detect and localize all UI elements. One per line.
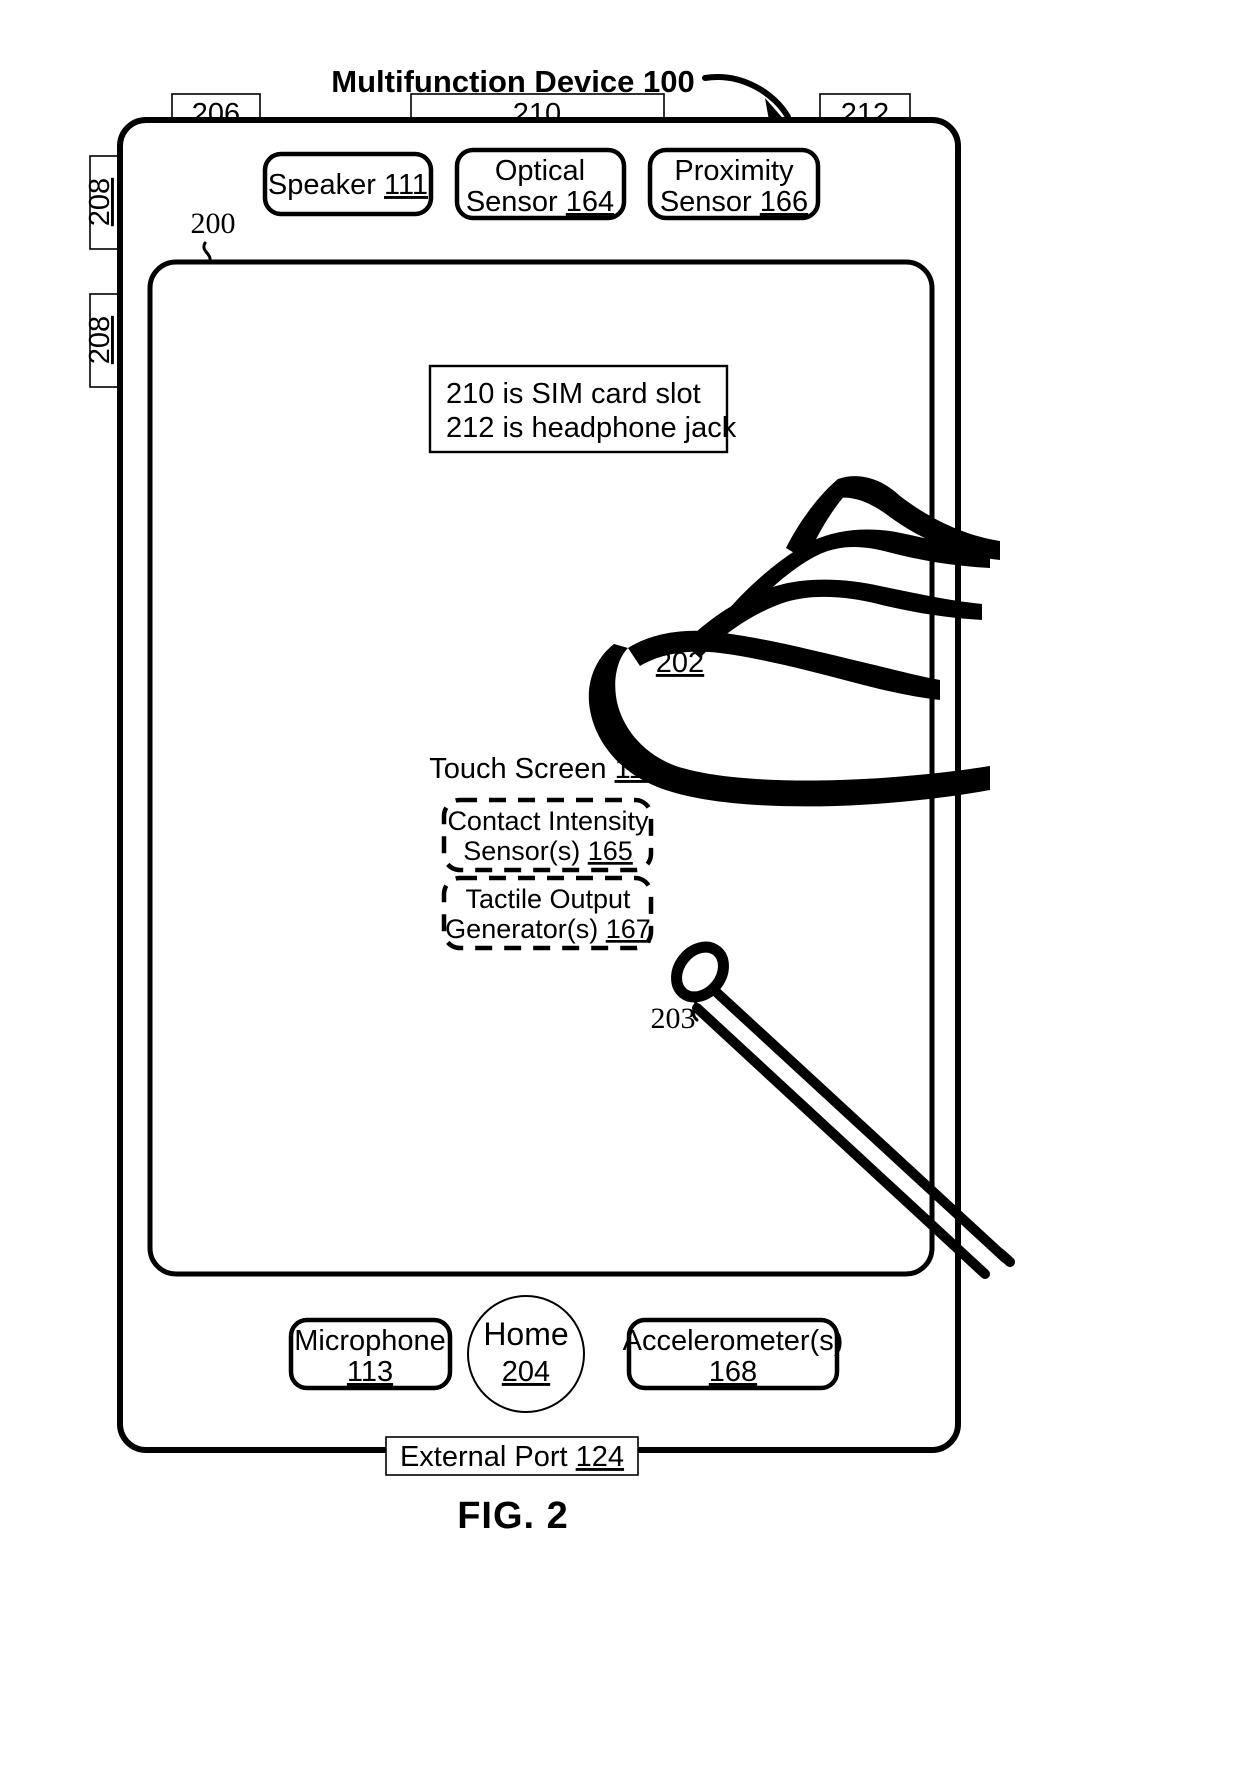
microphone-ref: 113: [347, 1356, 393, 1388]
figure-caption: FIG. 2: [457, 1495, 569, 1537]
note-box-line-2: 212 is headphone jack: [446, 412, 737, 444]
edge-tab-external-port: External Port 124: [385, 1436, 639, 1476]
home-button-ref: 204: [502, 1356, 550, 1388]
tactile-output-generators-line2: Generator(s) 167: [445, 914, 651, 944]
touch-screen-label: Touch Screen 112: [429, 753, 661, 785]
component-proximity-sensor[interactable]: Proximity Sensor 166: [647, 147, 821, 221]
note-box-line-1: 210 is SIM card slot: [446, 378, 701, 410]
component-contact-intensity-sensors[interactable]: Contact Intensity Sensor(s) 165: [441, 797, 654, 873]
component-proximity-sensor-line2: Sensor 166: [660, 186, 808, 218]
note-box: 210 is SIM card slot 212 is headphone ja…: [428, 364, 737, 454]
component-optical-sensor[interactable]: Optical Sensor 164: [454, 147, 627, 221]
contact-intensity-sensors-line2: Sensor(s) 165: [463, 836, 633, 866]
accelerometers-ref: 168: [709, 1356, 757, 1388]
contact-intensity-sensors-line1: Contact Intensity: [447, 806, 649, 836]
component-accelerometers[interactable]: Accelerometer(s) 168: [623, 1317, 844, 1391]
tactile-output-generators-line1: Tactile Output: [465, 884, 631, 914]
component-optical-sensor-line2: Sensor 164: [466, 186, 614, 218]
component-tactile-output-generators[interactable]: Tactile Output Generator(s) 167: [441, 875, 654, 951]
edge-tab-208-lower-label: 208: [84, 316, 116, 364]
component-speaker-label: Speaker 111: [268, 169, 428, 201]
finger-contact-202-label: 202: [656, 647, 704, 679]
component-proximity-sensor-line1: Proximity: [674, 155, 794, 187]
figure-2-multifunction-device: Multifunction Device 100 206 210 212 208…: [84, 64, 1015, 1537]
accelerometers-label: Accelerometer(s): [623, 1325, 844, 1357]
home-button-label: Home: [483, 1316, 568, 1352]
component-optical-sensor-line1: Optical: [495, 155, 585, 187]
patent-figure-page: Multifunction Device 100 206 210 212 208…: [0, 0, 1240, 1771]
external-port-label: External Port 124: [400, 1441, 624, 1473]
microphone-label: Microphone: [294, 1325, 446, 1357]
stylus-203-label: 203: [651, 1002, 696, 1035]
component-speaker[interactable]: Speaker 111: [262, 151, 434, 217]
component-microphone[interactable]: Microphone 113: [288, 1317, 453, 1391]
reference-200-label: 200: [191, 207, 236, 240]
home-button[interactable]: Home 204: [467, 1295, 585, 1413]
edge-tab-208-upper-label: 208: [84, 178, 116, 226]
